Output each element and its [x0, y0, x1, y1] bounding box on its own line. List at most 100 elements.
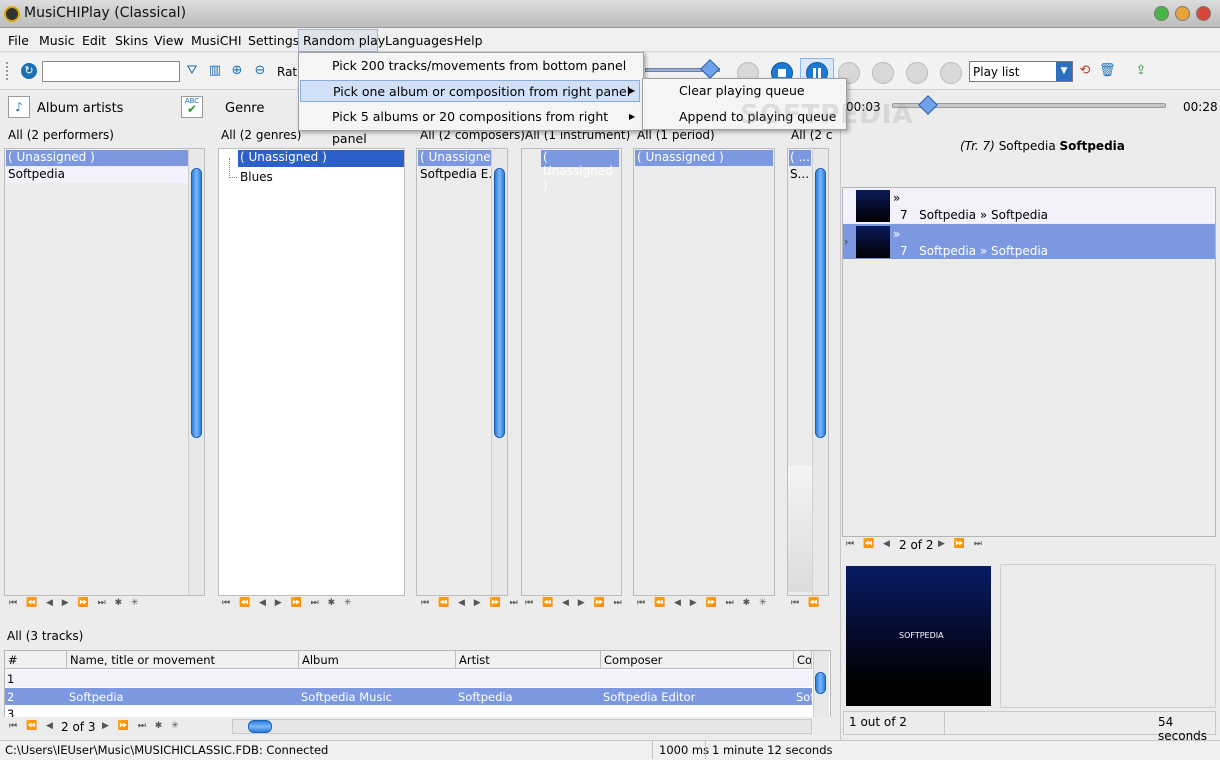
filter-icon[interactable]: ⛛ — [184, 63, 200, 79]
zoom-out-icon[interactable]: ⊖ — [252, 63, 268, 79]
column-artist[interactable]: Artist — [456, 651, 601, 669]
status-divider — [944, 712, 945, 734]
previous-track-button[interactable] — [906, 62, 928, 84]
menu-settings[interactable]: Settings — [248, 33, 299, 48]
queue-nav-next[interactable]: ▶ ⏩ ⏭ — [938, 539, 985, 555]
watermark: SOFTPEDIA — [740, 100, 914, 130]
period-nav[interactable]: ⏮ ⏪ ◀ ▶ ⏩ ⏭ ✱ ✳ — [637, 598, 770, 614]
track-number: 2 — [7, 690, 15, 704]
album-artists-header: Album artists — [37, 101, 124, 116]
menu-skins[interactable]: Skins — [115, 33, 148, 48]
submenu-arrow-icon: ▶ — [629, 112, 636, 121]
column-number[interactable]: # — [5, 651, 67, 669]
tracks-summary: All (3 tracks) — [7, 629, 84, 643]
refresh-icon[interactable]: ↻ — [21, 63, 37, 79]
table-row[interactable] — [5, 670, 812, 687]
extra-nav[interactable]: ⏮ ⏪ — [791, 598, 822, 614]
queue-item-text: 7 Softpedia » Softpedia — [900, 208, 1049, 222]
list-item[interactable]: Softpedia — [6, 167, 188, 183]
status-interval: 1000 ms — [659, 743, 710, 757]
list-item[interactable]: ( Unassigned ) — [418, 150, 491, 166]
fast-forward-button[interactable] — [872, 62, 894, 84]
menu-view[interactable]: View — [154, 33, 184, 48]
random-menu-item-one-album[interactable]: Pick one album or composition from right… — [300, 80, 640, 102]
close-button[interactable] — [1196, 6, 1211, 21]
list-item[interactable]: ( Unassigned ) — [541, 150, 619, 192]
genre-list — [218, 148, 405, 596]
queue-marker: » — [893, 227, 901, 241]
random-menu-item-five-albums[interactable]: Pick 5 albums or 20 compositions from ri… — [300, 106, 640, 146]
minimize-button[interactable] — [1154, 6, 1169, 21]
track-artist: Softpedia — [458, 690, 513, 704]
tracks-scroll-thumb[interactable] — [815, 672, 826, 694]
menu-help[interactable]: Help — [454, 33, 483, 48]
extra-summary: All (2 c — [791, 128, 833, 142]
genre-nav[interactable]: ⏮ ⏪ ◀ ▶ ⏩ ⏭ ✱ ✳ — [222, 598, 355, 614]
tracks-hscroll[interactable] — [232, 719, 812, 734]
status-divider — [652, 741, 653, 759]
tree-lines — [229, 158, 237, 178]
list-item[interactable]: Softpedia E... — [418, 167, 491, 183]
column-composer[interactable]: Composer — [601, 651, 794, 669]
menu-edit[interactable]: Edit — [82, 33, 106, 48]
menu-file[interactable]: File — [8, 33, 29, 48]
recycle-bin-icon[interactable]: 🗑 — [1099, 63, 1116, 79]
extra-scroll-thumb[interactable] — [815, 168, 826, 438]
list-item[interactable]: Blues — [238, 170, 404, 186]
columns-icon[interactable]: ▥ — [207, 63, 223, 79]
extra-artwork-fragment — [788, 466, 812, 592]
album-artists-scroll-thumb[interactable] — [191, 168, 202, 438]
column-name[interactable]: Name, title or movement — [67, 651, 299, 669]
repeat-icon[interactable]: ⟲ — [1077, 63, 1093, 79]
composers-nav[interactable]: ⏮ ⏪ ◀ ▶ ⏩ ⏭ — [421, 598, 521, 614]
album-artists-nav[interactable]: ⏮ ⏪ ◀ ▶ ⏩ ⏭ ✱ ✳ — [9, 598, 142, 614]
menu-music[interactable]: Music — [39, 33, 75, 48]
track-extra: Sof — [796, 690, 812, 704]
list-item[interactable]: ( Unassigned ) — [635, 150, 773, 166]
list-item[interactable]: ( Unassigned ) — [6, 150, 188, 166]
tracks-page: 2 of 3 — [61, 720, 96, 734]
list-item[interactable]: ( Unassigned ) — [238, 150, 404, 167]
export-icon[interactable]: ⇪ — [1133, 63, 1149, 79]
maximize-button[interactable] — [1175, 6, 1190, 21]
search-input[interactable] — [42, 61, 180, 82]
next-track-button[interactable] — [940, 62, 962, 84]
cover-secondary-pane — [1000, 564, 1216, 708]
list-item[interactable]: S... — [789, 167, 811, 183]
instrument-nav[interactable]: ⏮ ⏪ ◀ ▶ ⏩ ⏭ — [525, 598, 625, 614]
zoom-in-icon[interactable]: ⊕ — [229, 63, 245, 79]
submenu-clear-queue[interactable]: Clear playing queue — [644, 80, 844, 102]
tracks-hscroll-thumb[interactable] — [248, 720, 272, 733]
list-item[interactable]: ( ... — [789, 150, 811, 166]
queue-item-text: 7 Softpedia » Softpedia — [900, 244, 1049, 258]
track-number: 1 — [7, 672, 15, 686]
composers-scroll-thumb[interactable] — [494, 168, 505, 438]
abc-check-icon[interactable]: ABC ✔ — [181, 96, 203, 118]
playlist-select[interactable]: Play list ▼ — [969, 61, 1073, 82]
track-album: Softpedia Music — [301, 690, 392, 704]
instrument-list — [521, 148, 622, 596]
menu-languages[interactable]: Languages — [385, 33, 453, 48]
window-title: MusiCHIPlay (Classical) — [24, 5, 187, 21]
status-path: C:\Users\IEUser\Music\MUSICHICLASSIC.FDB… — [5, 743, 329, 757]
genre-header: Genre — [225, 101, 265, 116]
random-menu-item-200[interactable]: Pick 200 tracks/movements from bottom pa… — [300, 55, 640, 77]
now-playing: (Tr. 7) Softpedia Softpedia — [960, 139, 1125, 153]
column-album[interactable]: Album — [299, 651, 456, 669]
now-playing-title: Softpedia — [1059, 139, 1125, 153]
tracks-nav-next[interactable]: ▶ ⏩ ⏭ ✱ ✳ — [102, 721, 182, 737]
status-divider — [705, 741, 706, 759]
tracks-nav-first[interactable]: ⏮ ⏪ ◀ — [9, 721, 56, 737]
album-artists-summary: All (2 performers) — [8, 128, 114, 142]
queue-thumb-1 — [856, 190, 890, 222]
menu-random-play[interactable]: Random play — [303, 33, 385, 48]
track-composer: Softpedia Editor — [603, 690, 696, 704]
period-list — [633, 148, 775, 596]
toolbar-grip — [6, 62, 9, 80]
total-time: 00:28 — [1183, 100, 1218, 114]
queue-nav-prev[interactable]: ⏮ ⏪ ◀ — [846, 539, 893, 555]
queue-thumb-2 — [856, 226, 890, 258]
column-extra[interactable]: Cor — [794, 651, 812, 669]
playlist-select-value: Play list — [973, 65, 1020, 79]
menu-musichi[interactable]: MusiCHI — [191, 33, 242, 48]
